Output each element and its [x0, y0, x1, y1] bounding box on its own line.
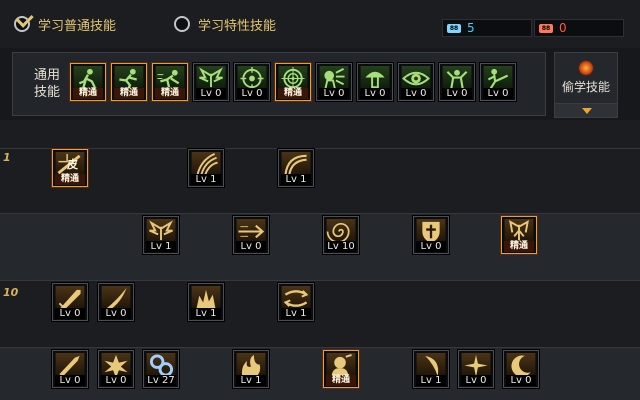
skill-slot[interactable]: 精通 [323, 350, 359, 388]
skill-slot[interactable]: Lv 1 [233, 350, 269, 388]
skill-level-label: Lv 1 [191, 308, 221, 319]
skill-slot[interactable]: Lv 0 [316, 63, 352, 101]
skill-level-label: Lv 0 [237, 88, 267, 99]
skill-slot[interactable]: Lv 0 [98, 283, 134, 321]
skill-slot[interactable]: Lv 0 [503, 350, 539, 388]
skill-point-counter: 88 5 [442, 19, 532, 37]
skill-slot[interactable]: Lv 1 [188, 283, 224, 321]
common-skills-heading: 通用 技能 [31, 67, 63, 101]
panel-label-line2: 技能 [33, 85, 60, 100]
skill-level-label: Lv 0 [196, 88, 226, 99]
special-point-counter: 88 0 [534, 19, 624, 37]
skill-slot[interactable]: 精通 [501, 216, 537, 254]
skill-slot[interactable]: Lv 1 [188, 149, 224, 187]
radio-icon [174, 16, 190, 32]
skill-level-label: Lv 1 [281, 174, 311, 185]
tab-special-label: 学习特性技能 [198, 18, 277, 34]
skill-level-label: 精通 [504, 241, 534, 252]
skill-level-label: Lv 0 [442, 88, 472, 99]
skill-slot[interactable]: Lv 0 [439, 63, 475, 101]
skill-slot[interactable]: Lv 0 [98, 350, 134, 388]
skill-level-label: 精通 [55, 174, 85, 185]
skill-level-label: Lv 0 [236, 241, 266, 252]
skill-slot[interactable]: Lv 0 [234, 63, 270, 101]
skill-level-label: Lv 10 [326, 241, 356, 252]
steal-skill-label: 偷学技能 [561, 80, 610, 94]
tree-spacer [0, 120, 640, 148]
special-point-value: 0 [559, 21, 567, 35]
skill-level-label: Lv 0 [101, 375, 131, 386]
skill-level-label: Lv 0 [101, 308, 131, 319]
skill-level-label: Lv 0 [319, 88, 349, 99]
skill-level-label: 精通 [155, 88, 185, 99]
steal-skill-icon [578, 60, 594, 76]
skill-level-label: Lv 0 [416, 241, 446, 252]
skill-level-label: Lv 0 [360, 88, 390, 99]
skill-level-label: 精通 [278, 88, 308, 99]
skill-level-label: 精通 [114, 88, 144, 99]
skill-slot[interactable]: Lv 0 [413, 216, 449, 254]
skill-slot[interactable]: Lv 1 [278, 283, 314, 321]
tree-row-4 [0, 348, 640, 400]
skill-slot[interactable]: Lv 0 [480, 63, 516, 101]
skill-level-label: Lv 0 [461, 375, 491, 386]
skill-point-value: 5 [467, 21, 475, 35]
skill-slot[interactable]: Lv 0 [233, 216, 269, 254]
tab-common-label: 学习普通技能 [38, 18, 117, 34]
skill-slot[interactable]: Lv 0 [193, 63, 229, 101]
skill-level-label: Lv 1 [191, 174, 221, 185]
skill-level-label: Lv 27 [146, 375, 176, 386]
tree-row-3 [0, 281, 640, 347]
skill-slot[interactable]: Lv 1 [143, 216, 179, 254]
skill-slot[interactable]: 精通 [152, 63, 188, 101]
skill-level-label: Lv 1 [236, 375, 266, 386]
skill-slot[interactable]: 精通 [275, 63, 311, 101]
skill-icon-label: 皮 [67, 158, 78, 171]
skill-slot[interactable]: Lv 0 [458, 350, 494, 388]
tree-row-1 [0, 149, 640, 213]
skill-slot[interactable]: Lv 1 [278, 149, 314, 187]
skill-slot[interactable]: Lv 27 [143, 350, 179, 388]
skill-slot[interactable]: 皮精通 [52, 149, 88, 187]
skill-slot[interactable]: Lv 0 [398, 63, 434, 101]
dropdown-arrow-icon[interactable] [555, 103, 617, 117]
steal-skill-button[interactable]: 偷学技能 [554, 52, 618, 118]
tab-special-skills[interactable]: 学习特性技能 [174, 14, 276, 34]
skill-level-label: Lv 1 [146, 241, 176, 252]
skill-level-label: Lv 0 [506, 375, 536, 386]
skill-level-label: Lv 1 [416, 375, 446, 386]
panel-label-line1: 通用 [33, 68, 60, 83]
skill-level-label: 精通 [326, 375, 356, 386]
tab-common-skills[interactable]: 学习普通技能 [14, 14, 116, 34]
skill-point-icon: 88 [447, 23, 461, 33]
checked-radio-icon [14, 16, 30, 32]
level-marker-1: 1 [3, 151, 11, 164]
skill-level-label: Lv 0 [55, 375, 85, 386]
skill-level-label: Lv 0 [483, 88, 513, 99]
skill-slot[interactable]: 精通 [111, 63, 147, 101]
skill-level-label: 精通 [73, 88, 103, 99]
skill-level-label: Lv 0 [55, 308, 85, 319]
level-marker-10: 10 [3, 286, 19, 299]
skill-level-label: Lv 1 [281, 308, 311, 319]
skill-slot[interactable]: Lv 1 [413, 350, 449, 388]
skill-level-label: Lv 0 [401, 88, 431, 99]
skill-slot[interactable]: Lv 0 [52, 283, 88, 321]
skill-slot[interactable]: 精通 [70, 63, 106, 101]
skill-slot[interactable]: Lv 0 [52, 350, 88, 388]
skill-slot[interactable]: Lv 0 [357, 63, 393, 101]
skill-slot[interactable]: Lv 10 [323, 216, 359, 254]
tree-row-2 [0, 214, 640, 280]
special-point-icon: 88 [539, 23, 553, 33]
